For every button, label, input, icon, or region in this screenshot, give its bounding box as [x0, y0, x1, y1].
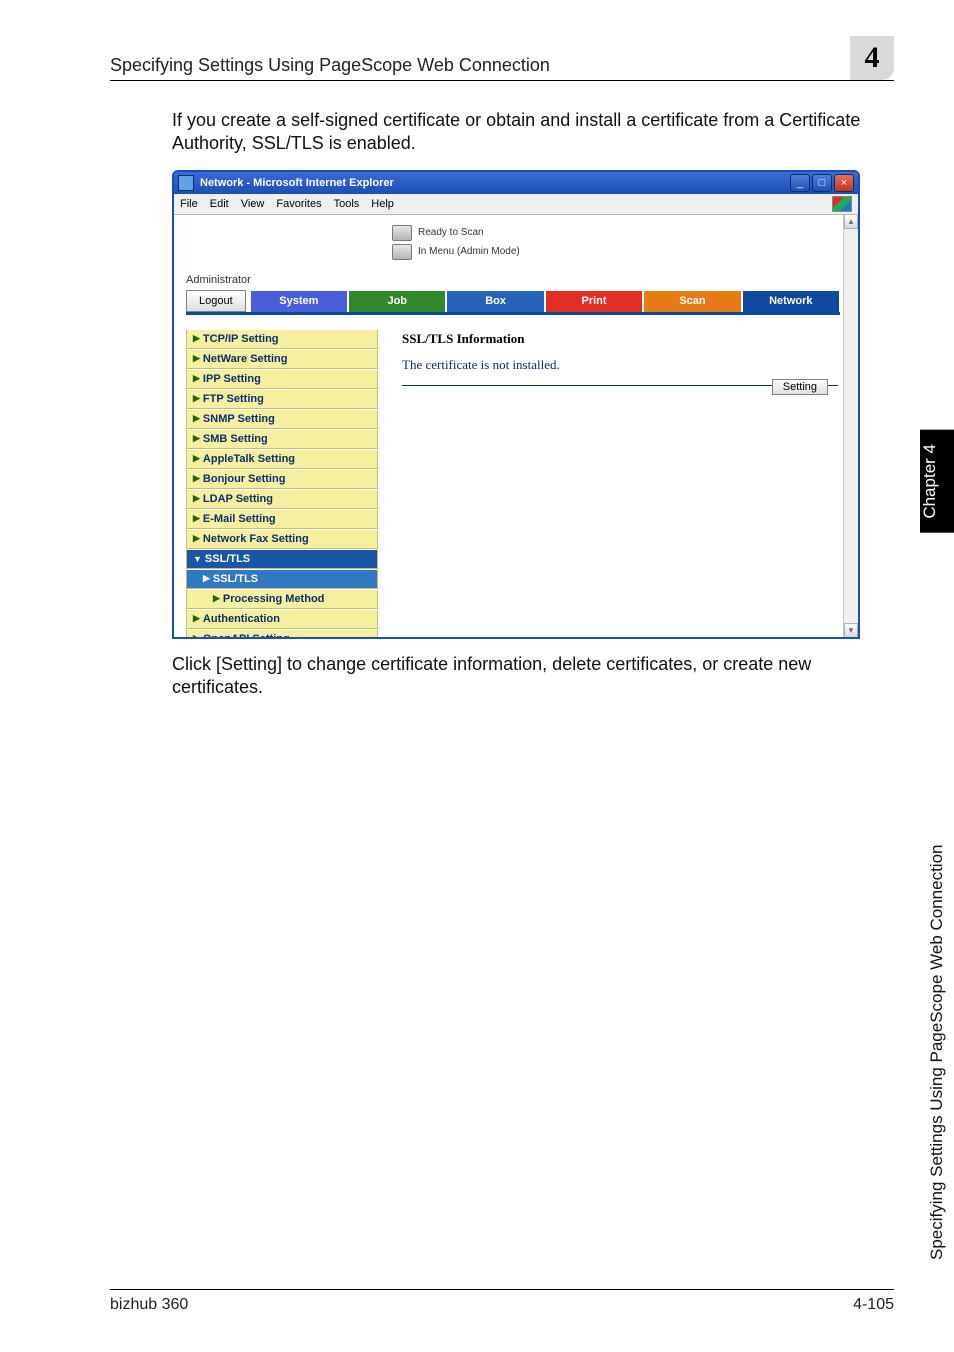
browser-menubar: File Edit View Favorites Tools Help — [174, 194, 858, 215]
browser-window: Network - Microsoft Internet Explorer _ … — [172, 170, 860, 639]
settings-sidebar: ▶TCP/IP Setting ▶NetWare Setting ▶IPP Se… — [186, 329, 378, 637]
admin-mode-label: Administrator — [186, 274, 858, 286]
active-tab-underline — [186, 312, 840, 321]
logout-button[interactable]: Logout — [186, 290, 246, 312]
sidebar-item-label: SNMP Setting — [203, 413, 275, 425]
arrow-icon: ▶ — [193, 533, 200, 544]
sidebar-item-label: SMB Setting — [203, 433, 268, 445]
main-tab-row: Logout System Job Box Print Scan Network — [186, 290, 840, 312]
sidebar-item-label: Authentication — [203, 613, 280, 625]
arrow-icon: ▶ — [193, 373, 200, 384]
sidebar-item-netware[interactable]: ▶NetWare Setting — [186, 349, 378, 369]
maximize-button[interactable]: □ — [812, 174, 832, 192]
sidebar-item-ldap[interactable]: ▶LDAP Setting — [186, 489, 378, 509]
menu-favorites[interactable]: Favorites — [276, 198, 321, 210]
arrow-icon: ▶ — [193, 473, 200, 484]
sidebar-item-tcpip[interactable]: ▶TCP/IP Setting — [186, 329, 378, 349]
outro-paragraph: Click [Setting] to change certificate in… — [172, 653, 894, 700]
window-buttons: _ □ × — [790, 174, 854, 192]
ie-app-icon — [178, 175, 194, 191]
page-header: Specifying Settings Using PageScope Web … — [110, 36, 894, 81]
sidebar-item-label: AppleTalk Setting — [203, 453, 295, 465]
page-footer: bizhub 360 4-105 — [110, 1289, 894, 1314]
scroll-down-icon[interactable]: ▾ — [844, 623, 858, 637]
footer-device-name: bizhub 360 — [110, 1296, 188, 1314]
sidebar-item-label: IPP Setting — [203, 373, 261, 385]
sidebar-header-ssltls[interactable]: ▼SSL/TLS — [186, 549, 378, 569]
printer-icon — [392, 244, 412, 260]
arrow-icon: ▶ — [193, 633, 200, 637]
intro-paragraph: If you create a self-signed certificate … — [172, 109, 894, 156]
tab-scan[interactable]: Scan — [643, 290, 741, 312]
menu-edit[interactable]: Edit — [210, 198, 229, 210]
status-line-2: In Menu (Admin Mode) — [418, 246, 520, 257]
page-header-title: Specifying Settings Using PageScope Web … — [110, 55, 842, 76]
scroll-up-icon[interactable]: ▴ — [844, 215, 858, 229]
sidebar-item-label: Processing Method — [223, 593, 324, 605]
arrow-icon: ▶ — [203, 573, 210, 584]
scanner-icon — [392, 225, 412, 241]
status-line-1: Ready to Scan — [418, 227, 484, 238]
sidebar-subsub-processing[interactable]: ▶Processing Method — [186, 589, 378, 609]
menu-help[interactable]: Help — [371, 198, 394, 210]
side-section-label: Specifying Settings Using PageScope Web … — [920, 550, 954, 1260]
arrow-icon: ▶ — [193, 353, 200, 364]
window-title: Network - Microsoft Internet Explorer — [200, 177, 790, 189]
content-panel: SSL/TLS Information The certificate is n… — [378, 329, 838, 637]
menu-file[interactable]: File — [180, 198, 198, 210]
close-button[interactable]: × — [834, 174, 854, 192]
sidebar-item-label: SSL/TLS — [205, 553, 250, 565]
sidebar-item-networkfax[interactable]: ▶Network Fax Setting — [186, 529, 378, 549]
arrow-icon: ▶ — [213, 593, 220, 604]
sidebar-item-label: FTP Setting — [203, 393, 264, 405]
sidebar-item-appletalk[interactable]: ▶AppleTalk Setting — [186, 449, 378, 469]
sidebar-item-label: TCP/IP Setting — [203, 333, 279, 345]
vertical-scrollbar[interactable]: ▴ ▾ — [843, 215, 858, 637]
sidebar-item-label: Network Fax Setting — [203, 533, 309, 545]
device-status-block: Ready to Scan In Menu (Admin Mode) — [174, 215, 858, 268]
arrow-icon: ▶ — [193, 333, 200, 344]
sidebar-item-openapi[interactable]: ▶OpenAPI Setting — [186, 629, 378, 637]
panel-certificate-status: The certificate is not installed. — [402, 357, 838, 373]
tab-network[interactable]: Network — [742, 290, 840, 312]
sidebar-item-email[interactable]: ▶E-Mail Setting — [186, 509, 378, 529]
arrow-icon: ▶ — [193, 433, 200, 444]
sidebar-item-label: NetWare Setting — [203, 353, 288, 365]
arrow-icon: ▶ — [193, 393, 200, 404]
sidebar-item-label: LDAP Setting — [203, 493, 273, 505]
arrow-icon: ▶ — [193, 613, 200, 624]
ie-flag-icon — [832, 196, 852, 212]
arrow-icon: ▶ — [193, 413, 200, 424]
arrow-icon: ▶ — [193, 513, 200, 524]
sidebar-item-authentication[interactable]: ▶Authentication — [186, 609, 378, 629]
tab-print[interactable]: Print — [545, 290, 643, 312]
setting-button[interactable]: Setting — [772, 379, 828, 395]
sidebar-item-ftp[interactable]: ▶FTP Setting — [186, 389, 378, 409]
arrow-icon: ▶ — [193, 493, 200, 504]
sidebar-item-snmp[interactable]: ▶SNMP Setting — [186, 409, 378, 429]
menu-view[interactable]: View — [241, 198, 265, 210]
sidebar-item-ipp[interactable]: ▶IPP Setting — [186, 369, 378, 389]
arrow-icon: ▶ — [193, 453, 200, 464]
browser-content: ▴ ▾ Ready to Scan In Menu (Admin Mode) A… — [174, 215, 858, 637]
sidebar-item-label: OpenAPI Setting — [203, 633, 290, 637]
window-titlebar: Network - Microsoft Internet Explorer _ … — [174, 172, 858, 194]
menu-tools[interactable]: Tools — [334, 198, 360, 210]
minimize-button[interactable]: _ — [790, 174, 810, 192]
panel-title: SSL/TLS Information — [402, 331, 838, 347]
sidebar-item-smb[interactable]: ▶SMB Setting — [186, 429, 378, 449]
sidebar-item-label: E-Mail Setting — [203, 513, 276, 525]
arrow-down-icon: ▼ — [193, 554, 202, 564]
side-chapter-tab: Chapter 4 — [920, 430, 954, 533]
tab-job[interactable]: Job — [348, 290, 446, 312]
sidebar-item-label: SSL/TLS — [213, 573, 258, 585]
tab-box[interactable]: Box — [446, 290, 544, 312]
sidebar-sub-ssltls[interactable]: ▶SSL/TLS — [186, 569, 378, 589]
sidebar-item-label: Bonjour Setting — [203, 473, 286, 485]
sidebar-item-bonjour[interactable]: ▶Bonjour Setting — [186, 469, 378, 489]
chapter-number-box: 4 — [850, 36, 894, 80]
footer-page-number: 4-105 — [853, 1296, 894, 1314]
tab-system[interactable]: System — [250, 290, 348, 312]
